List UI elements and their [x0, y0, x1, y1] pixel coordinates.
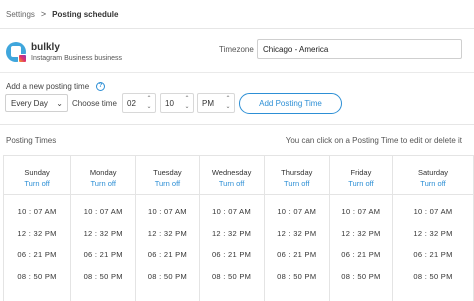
- posting-time[interactable]: 10 : 07 AM: [200, 205, 264, 227]
- divider: [0, 28, 474, 29]
- breadcrumb: Settings > Posting schedule: [6, 9, 118, 19]
- account-name: bulkly: [31, 42, 60, 53]
- posting-time[interactable]: 06 : 21 PM: [71, 248, 135, 270]
- hour-stepper[interactable]: 02 ⌃ ⌄: [122, 93, 156, 113]
- posting-time[interactable]: 08 : 50 PM: [4, 270, 70, 292]
- stepper-arrows-icon[interactable]: ⌃ ⌄: [183, 95, 191, 111]
- posting-time[interactable]: 08 : 50 PM: [136, 270, 198, 292]
- day-name: Monday: [89, 168, 117, 177]
- minute-value: 10: [165, 99, 174, 108]
- breadcrumb-current: Posting schedule: [52, 9, 119, 19]
- day-name: Thursday: [281, 168, 313, 177]
- posting-time[interactable]: 12 : 32 PM: [200, 227, 264, 249]
- posting-time[interactable]: 06 : 21 PM: [136, 248, 198, 270]
- day-column-tuesday: Tuesday Turn off 10 : 07 AM 12 : 32 PM 0…: [136, 156, 200, 301]
- day-header: Sunday Turn off: [4, 156, 71, 195]
- turn-off-link[interactable]: Turn off: [71, 179, 135, 188]
- posting-time[interactable]: 08 : 50 PM: [200, 270, 264, 292]
- day-name: Friday: [350, 168, 372, 177]
- divider: [0, 124, 474, 125]
- turn-off-link[interactable]: Turn off: [200, 179, 264, 188]
- posting-time[interactable]: 12 : 32 PM: [136, 227, 198, 249]
- posting-time[interactable]: 08 : 50 PM: [71, 270, 135, 292]
- divider: [0, 72, 474, 73]
- posting-time[interactable]: 06 : 21 PM: [265, 248, 329, 270]
- add-posting-time-label: Add a new posting time: [6, 82, 90, 91]
- posting-times-grid: Sunday Turn off 10 : 07 AM 12 : 32 PM 06…: [3, 155, 474, 301]
- posting-times-title: Posting Times: [6, 136, 57, 145]
- minute-stepper[interactable]: 10 ⌃ ⌄: [160, 93, 194, 113]
- day-name: Tuesday: [153, 168, 182, 177]
- chevron-down-icon: ⌄: [56, 99, 63, 108]
- ampm-value: PM: [202, 99, 214, 108]
- stepper-arrows-icon[interactable]: ⌃ ⌄: [224, 95, 232, 111]
- posting-time[interactable]: 06 : 21 PM: [393, 248, 473, 270]
- posting-time[interactable]: 10 : 07 AM: [265, 205, 329, 227]
- choose-time-label: Choose time: [72, 99, 117, 108]
- posting-time[interactable]: 06 : 21 PM: [330, 248, 392, 270]
- turn-off-link[interactable]: Turn off: [393, 179, 473, 188]
- posting-time[interactable]: 08 : 50 PM: [393, 270, 473, 292]
- day-column-thursday: Thursday Turn off 10 : 07 AM 12 : 32 PM …: [264, 156, 330, 301]
- posting-time[interactable]: 12 : 32 PM: [265, 227, 329, 249]
- posting-time[interactable]: 12 : 32 PM: [330, 227, 392, 249]
- day-header: Monday Turn off: [71, 156, 136, 195]
- posting-time[interactable]: 10 : 07 AM: [330, 205, 392, 227]
- posting-time[interactable]: 12 : 32 PM: [393, 227, 473, 249]
- turn-off-link[interactable]: Turn off: [4, 179, 70, 188]
- posting-times-hint: You can click on a Posting Time to edit …: [285, 136, 462, 145]
- add-posting-time-button[interactable]: Add Posting Time: [239, 93, 342, 114]
- instagram-icon: [18, 54, 27, 63]
- day-select-value: Every Day: [11, 99, 48, 108]
- turn-off-link[interactable]: Turn off: [136, 179, 198, 188]
- posting-time[interactable]: 12 : 32 PM: [4, 227, 70, 249]
- posting-time[interactable]: 10 : 07 AM: [393, 205, 473, 227]
- day-column-saturday: Saturday Turn off 10 : 07 AM 12 : 32 PM …: [393, 156, 474, 301]
- day-header: Thursday Turn off: [264, 156, 329, 195]
- breadcrumb-settings-link[interactable]: Settings: [6, 10, 35, 19]
- day-header: Tuesday Turn off: [136, 156, 199, 195]
- day-name: Sunday: [24, 168, 50, 177]
- day-header: Friday Turn off: [329, 156, 393, 195]
- day-column-wednesday: Wednesday Turn off 10 : 07 AM 12 : 32 PM…: [199, 156, 265, 301]
- timezone-label: Timezone: [219, 45, 254, 54]
- hour-value: 02: [127, 99, 136, 108]
- posting-time[interactable]: 10 : 07 AM: [4, 205, 70, 227]
- turn-off-link[interactable]: Turn off: [330, 179, 392, 188]
- day-header: Saturday Turn off: [393, 156, 473, 195]
- day-name: Wednesday: [211, 168, 252, 177]
- turn-off-link[interactable]: Turn off: [265, 179, 329, 188]
- posting-time[interactable]: 08 : 50 PM: [265, 270, 329, 292]
- posting-time[interactable]: 12 : 32 PM: [71, 227, 135, 249]
- day-column-friday: Friday Turn off 10 : 07 AM 12 : 32 PM 06…: [329, 156, 394, 301]
- timezone-field[interactable]: Chicago - America: [257, 39, 462, 59]
- ampm-stepper[interactable]: PM ⌃ ⌄: [197, 93, 235, 113]
- day-select[interactable]: Every Day ⌄: [5, 94, 68, 112]
- day-name: Saturday: [418, 168, 449, 177]
- posting-time[interactable]: 08 : 50 PM: [330, 270, 392, 292]
- chevron-right-icon: >: [40, 9, 47, 19]
- posting-time[interactable]: 06 : 21 PM: [4, 248, 70, 270]
- account-type: Instagram Business business: [31, 55, 123, 62]
- posting-time[interactable]: 10 : 07 AM: [136, 205, 198, 227]
- help-icon[interactable]: ?: [96, 82, 105, 91]
- day-column-sunday: Sunday Turn off 10 : 07 AM 12 : 32 PM 06…: [4, 156, 72, 301]
- posting-time[interactable]: 06 : 21 PM: [200, 248, 264, 270]
- avatar: [6, 42, 27, 63]
- day-column-monday: Monday Turn off 10 : 07 AM 12 : 32 PM 06…: [71, 156, 137, 301]
- stepper-arrows-icon[interactable]: ⌃ ⌄: [145, 95, 153, 111]
- day-header: Wednesday Turn off: [199, 156, 264, 195]
- posting-time[interactable]: 10 : 07 AM: [71, 205, 135, 227]
